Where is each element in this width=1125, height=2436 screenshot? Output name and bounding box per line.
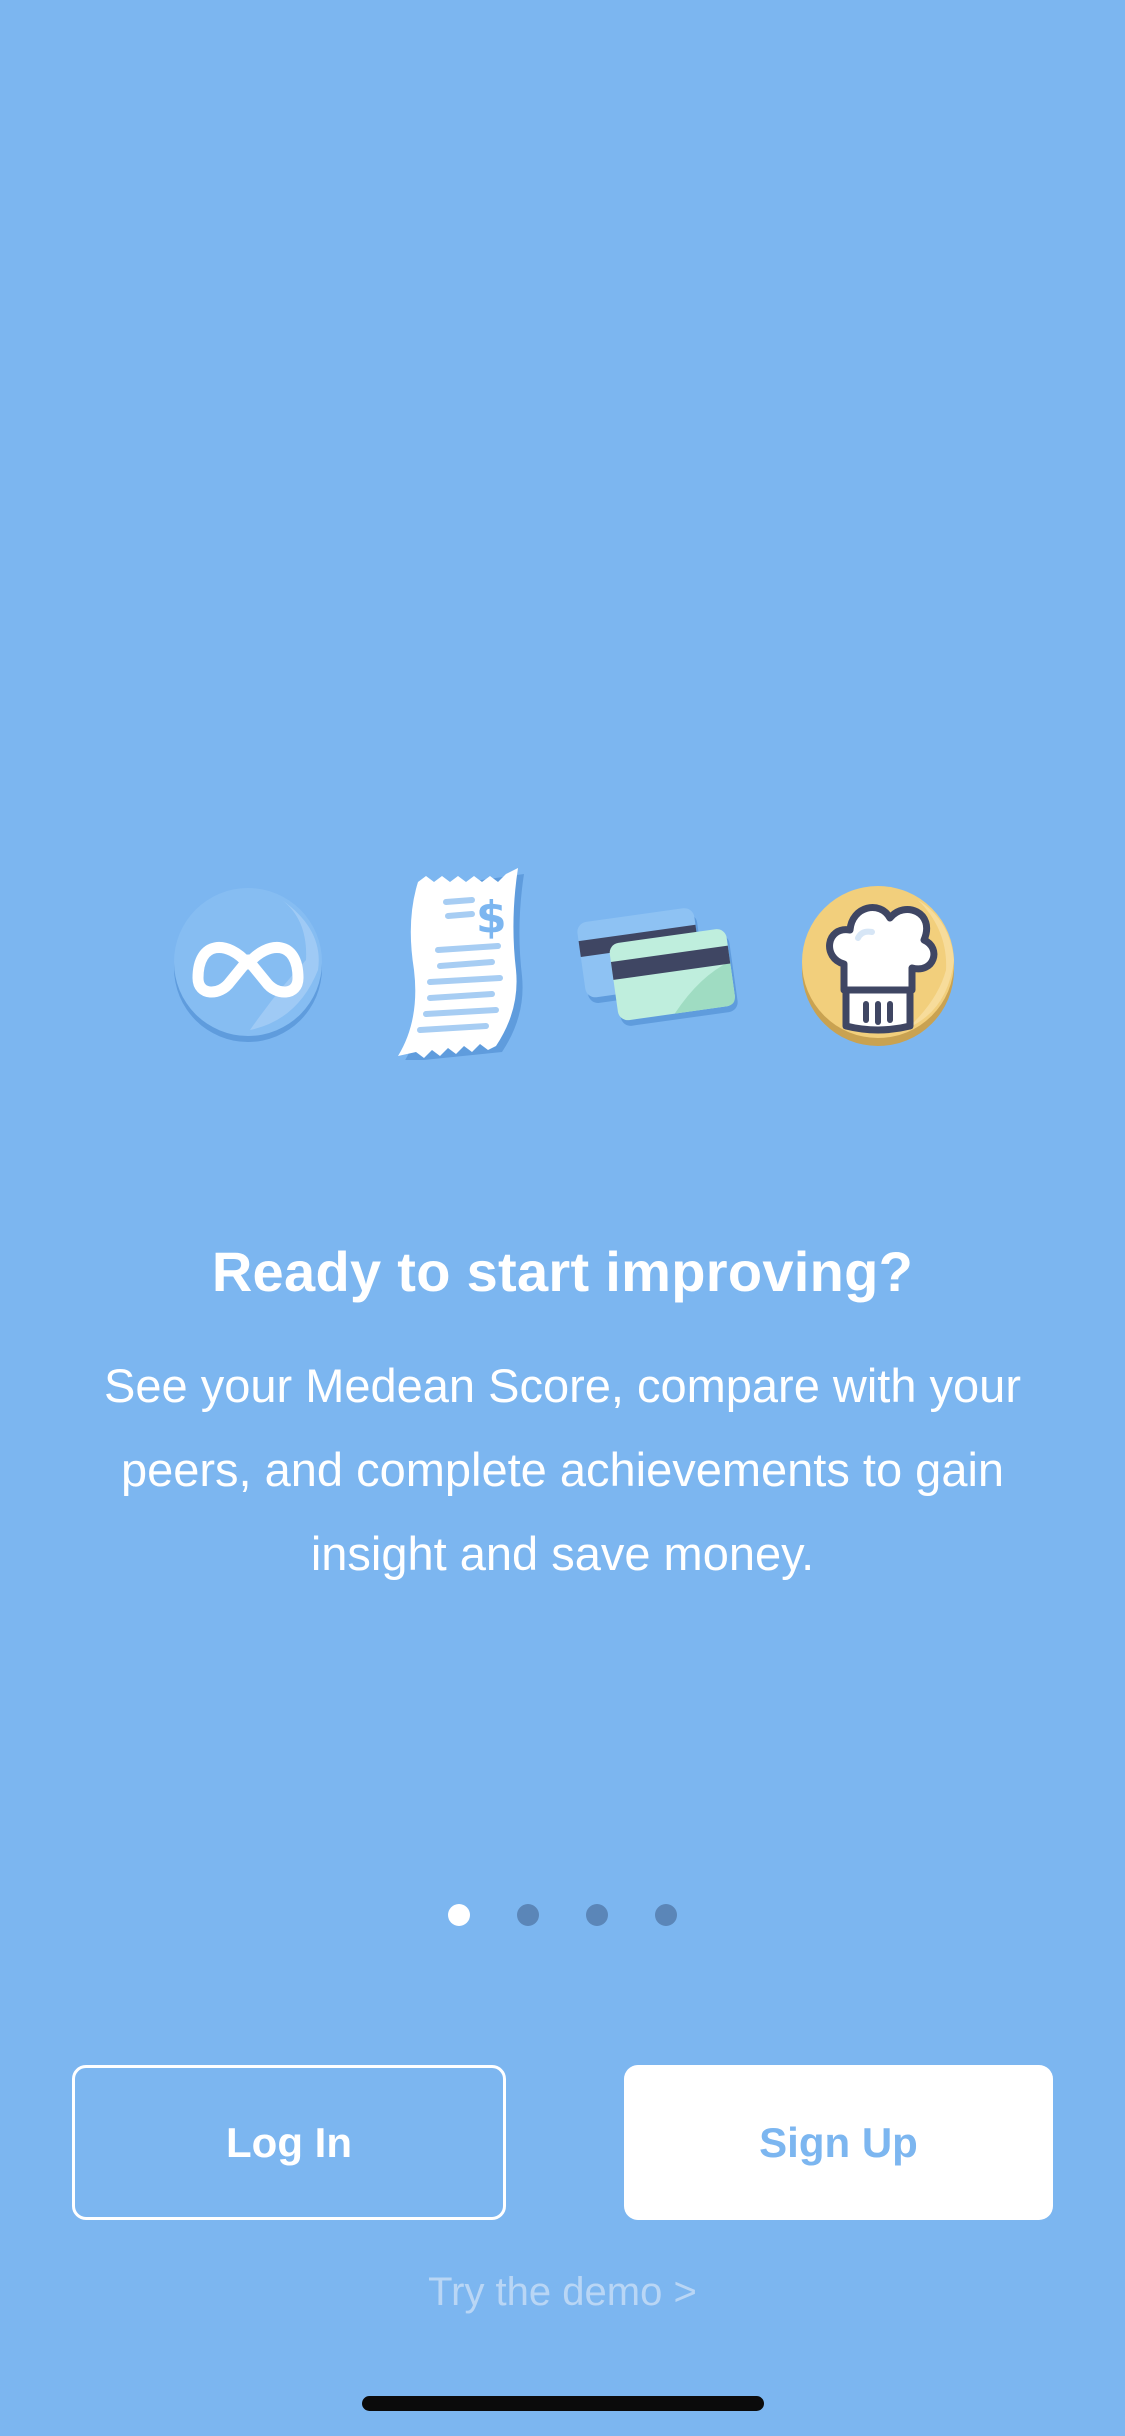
sign-up-button[interactable]: Sign Up (624, 2065, 1053, 2220)
page-dot-2[interactable] (517, 1904, 539, 1926)
page-indicator (0, 1904, 1125, 1928)
feature-icons-row: $ (0, 860, 1125, 1080)
medean-logo-icon (158, 860, 338, 1060)
page-dot-3[interactable] (586, 1904, 608, 1926)
try-demo-link[interactable]: Try the demo > (0, 2262, 1125, 2322)
home-indicator[interactable] (362, 2396, 764, 2411)
credit-cards-icon (570, 860, 750, 1060)
page-dot-4[interactable] (655, 1904, 677, 1926)
onboarding-description: See your Medean Score, compare with your… (104, 1359, 1021, 1580)
chef-hat-icon (788, 860, 968, 1060)
receipt-icon: $ (368, 860, 548, 1060)
onboarding-headline: Ready to start improving? (211, 1240, 914, 1303)
page-dot-1[interactable] (448, 1904, 470, 1926)
log-in-button[interactable]: Log In (72, 2065, 506, 2220)
svg-text:$: $ (476, 892, 507, 943)
onboarding-screen: $ Ready to start improving? See your Med… (0, 0, 1125, 2436)
